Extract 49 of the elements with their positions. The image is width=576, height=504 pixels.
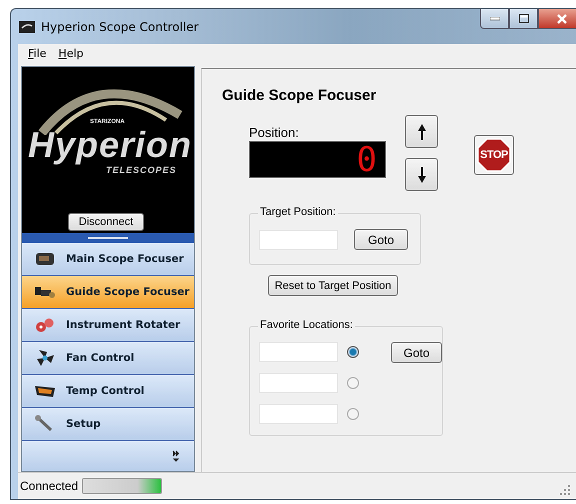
radio-button[interactable] — [347, 346, 359, 358]
menu-item[interactable]: Help — [58, 47, 84, 60]
group-legend: Target Position: — [258, 206, 338, 218]
minimize-button[interactable] — [480, 9, 509, 29]
radio-button[interactable] — [347, 377, 359, 389]
grip-icon[interactable] — [88, 236, 128, 240]
location-input[interactable] — [259, 404, 338, 424]
nav-item[interactable]: Instrument Rotater — [22, 309, 194, 342]
goto-button[interactable]: Goto — [391, 342, 442, 363]
target-input[interactable] — [259, 230, 338, 250]
reset-button[interactable]: Reset to Target Position — [268, 275, 398, 296]
location-input[interactable] — [259, 373, 338, 393]
up-button[interactable] — [405, 115, 438, 148]
goto-button[interactable]: Goto — [354, 229, 408, 250]
stop-sign-icon — [477, 138, 511, 172]
logo-subtitle: TELESCOPES — [106, 165, 177, 175]
focuser-icon — [34, 284, 56, 300]
minimize-icon — [490, 16, 500, 20]
maximize-icon — [518, 14, 528, 23]
nav-item[interactable]: Guide Scope Focuser — [22, 276, 194, 309]
location-input[interactable] — [259, 342, 338, 362]
down-arrow-icon — [418, 166, 426, 182]
nav-item[interactable]: Temp Control — [22, 375, 194, 408]
panel-title: Guide Scope Focuser — [222, 87, 378, 104]
up-arrow-icon — [418, 124, 426, 140]
window-title: Hyperion Scope Controller — [41, 20, 199, 34]
close-button[interactable] — [538, 9, 576, 29]
focuser-icon — [34, 251, 56, 267]
group-legend: Favorite Locations: — [258, 319, 355, 331]
position-label: Position: — [249, 125, 300, 140]
position-display: 0 — [249, 141, 386, 178]
resize-grip-icon[interactable] — [560, 485, 570, 495]
maximize-button[interactable] — [509, 9, 538, 29]
app-icon — [19, 20, 35, 32]
stop-button[interactable]: STOP — [474, 135, 514, 175]
nav-item[interactable]: Setup — [22, 408, 194, 441]
fan-icon — [34, 349, 56, 367]
close-icon — [556, 14, 568, 24]
nav-item[interactable]: Main Scope Focuser — [22, 243, 194, 276]
radio-button[interactable] — [347, 408, 359, 420]
disconnect-button[interactable]: Disconnect — [68, 213, 144, 231]
menu-item[interactable]: File — [28, 47, 46, 60]
status-text: Connected — [19, 479, 78, 493]
heater-icon — [34, 384, 56, 398]
logo-name: Hyperion — [28, 125, 192, 165]
nav-item[interactable]: Fan Control — [22, 342, 194, 375]
down-button[interactable] — [405, 158, 438, 191]
chevron-icon[interactable] — [172, 450, 180, 462]
gears-icon — [34, 317, 56, 333]
